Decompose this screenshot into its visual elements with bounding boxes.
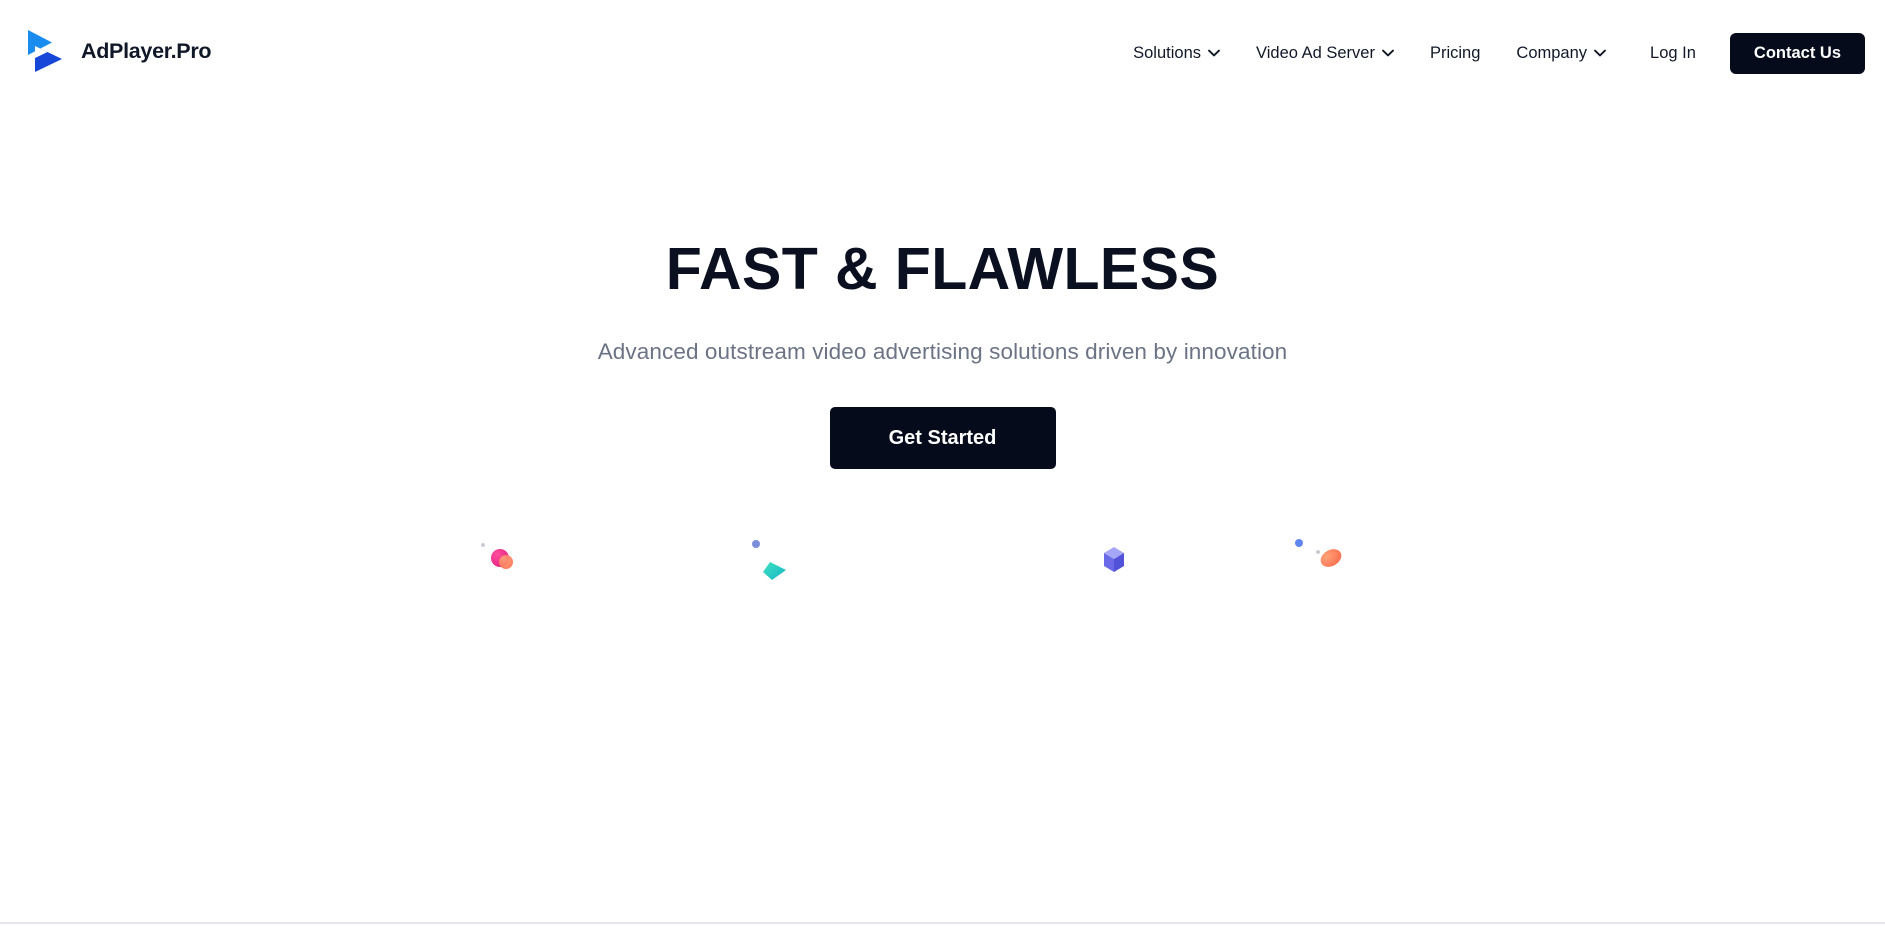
nav-item-label: Pricing [1429,43,1481,62]
nav-item-solutions[interactable]: Solutions [1115,32,1238,74]
hero-cta-wrapper: Get Started [0,407,1885,469]
nav-item-label: Company [1516,43,1588,62]
isometric-video-player-scene [0,500,1885,927]
nav-item-label: Video Ad Server [1256,43,1375,62]
double-play-triangle-logo [26,28,68,74]
nav-item-label: Log In [1650,43,1696,62]
get-started-button[interactable]: Get Started [829,407,1056,469]
page-root: AdPlayer.Pro Solutions Video Ad Server P… [0,0,1885,927]
chevron-down-icon [1208,49,1220,57]
nav-item-video-ad-server[interactable]: Video Ad Server [1238,32,1412,74]
accent-teal-cone [752,540,786,580]
brand-name: AdPlayer.Pro [81,38,212,63]
brand-logo-link[interactable]: AdPlayer.Pro [26,28,212,74]
accent-pink-sphere [481,543,513,569]
nav-item-company[interactable]: Company [1498,32,1624,74]
footer-divider [0,922,1885,924]
main-navigation: Solutions Video Ad Server Pricing Compan… [1115,32,1865,74]
page-title: FAST & FLAWLESS [665,236,1220,302]
accent-indigo-cube [1104,547,1124,572]
chevron-down-icon [1382,49,1394,57]
hero-section: FAST & FLAWLESS Advanced outstream video… [0,104,1885,469]
nav-item-label: Solutions [1133,43,1202,62]
nav-item-log-in[interactable]: Log In [1624,32,1718,74]
site-header: AdPlayer.Pro Solutions Video Ad Server P… [0,0,1885,104]
chevron-down-icon [1594,49,1606,57]
accent-coral-capsule [1295,539,1342,567]
contact-us-button[interactable]: Contact Us [1729,32,1865,74]
nav-item-pricing[interactable]: Pricing [1412,32,1498,74]
hero-subtitle: Advanced outstream video advertising sol… [597,339,1288,364]
